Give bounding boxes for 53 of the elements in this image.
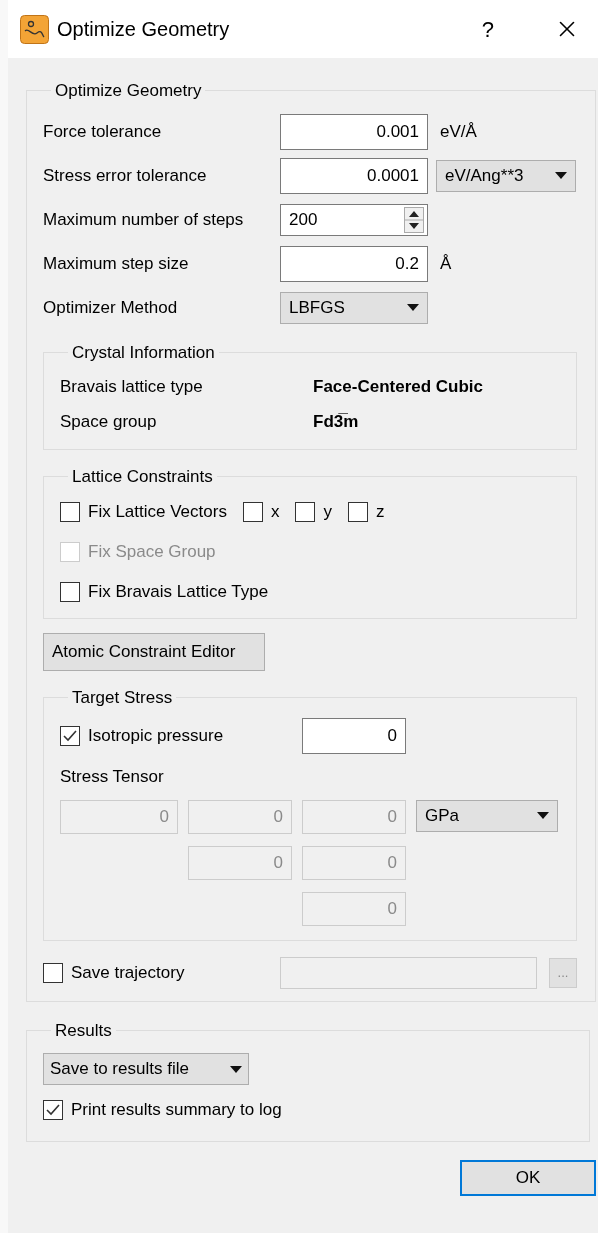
- checkbox[interactable]: [60, 726, 80, 746]
- checkbox-label: Fix Space Group: [88, 540, 216, 563]
- info-value: Face-Centered Cubic: [313, 375, 484, 398]
- unit-label: eV/Å: [440, 120, 477, 143]
- info-value: Fd3̅m: [313, 410, 359, 433]
- checkbox-label: y: [323, 500, 332, 523]
- group-title: Target Stress: [71, 686, 174, 709]
- checkbox-label: x: [270, 500, 280, 523]
- checkbox-label: Isotropic pressure: [88, 725, 224, 748]
- group-title: Optimize Geometry: [54, 80, 203, 102]
- dropdown-caret-icon: [407, 304, 419, 311]
- checkbox[interactable]: [60, 501, 80, 522]
- number-field[interactable]: 0.001: [280, 113, 428, 150]
- checkbox[interactable]: [295, 501, 316, 522]
- method-dropdown[interactable]: LBFGS: [280, 291, 428, 324]
- results-dropdown[interactable]: Save to results file: [43, 1053, 249, 1085]
- stress-tensor-label: Stress Tensor: [60, 766, 165, 788]
- number-field[interactable]: 0.0001: [280, 157, 428, 194]
- checkbox-label: z: [375, 500, 385, 523]
- unit-dropdown[interactable]: GPa: [416, 799, 558, 832]
- field-label: Force tolerance: [43, 120, 163, 143]
- checkbox-label: Fix Bravais Lattice Type: [88, 580, 269, 603]
- unit-dropdown[interactable]: eV/Ang**3: [436, 159, 576, 192]
- help-button[interactable]: ?: [481, 12, 494, 46]
- field-label: Maximum step size: [43, 252, 190, 275]
- spin-field[interactable]: 200: [280, 203, 428, 236]
- checkbox[interactable]: [43, 962, 63, 983]
- app-icon: [20, 14, 49, 44]
- checkbox[interactable]: [43, 1099, 63, 1120]
- checkbox[interactable]: [242, 501, 263, 522]
- number-field[interactable]: 0.2: [280, 245, 428, 282]
- unit-label: Å: [440, 252, 452, 275]
- info-label: Bravais lattice type: [60, 375, 204, 398]
- field-label: Optimizer Method: [43, 296, 179, 319]
- checkbox[interactable]: [347, 501, 368, 522]
- info-label: Space group: [60, 410, 158, 433]
- pressure-field[interactable]: 0: [302, 718, 406, 754]
- checkbox-label: Print results summary to log: [71, 1099, 282, 1121]
- field-label: Maximum number of steps: [43, 208, 245, 231]
- ok-button[interactable]: OK: [460, 1159, 596, 1196]
- spinner-arrows-icon[interactable]: [404, 206, 424, 233]
- dropdown-caret-icon: [230, 1065, 242, 1073]
- group-title: Results: [54, 1019, 113, 1042]
- checkbox-label: Fix Lattice Vectors: [88, 500, 227, 523]
- dropdown-caret-icon: [555, 172, 567, 179]
- field-label: Stress error tolerance: [43, 164, 208, 187]
- window-title: Optimize Geometry: [57, 17, 230, 42]
- group-title: Lattice Constraints: [71, 466, 214, 488]
- checkbox-label: Save trajectory: [71, 961, 185, 984]
- atomic-constraint-editor-button[interactable]: Atomic Constraint Editor: [43, 632, 265, 671]
- group-title: Crystal Information: [71, 341, 216, 364]
- dropdown-caret-icon: [537, 812, 549, 819]
- checkbox[interactable]: [60, 581, 80, 602]
